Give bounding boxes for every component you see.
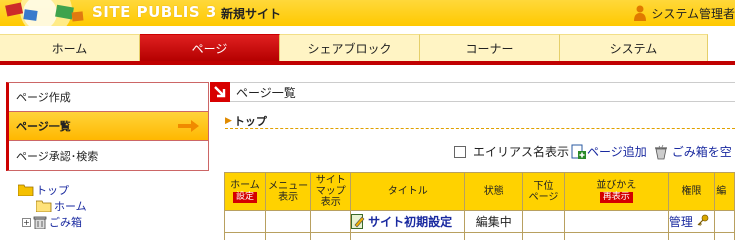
page-title: ページ一覧 [236,85,296,100]
tab-home[interactable]: ホーム [0,34,140,61]
permission-link[interactable]: 管理 [669,215,693,229]
alias-label: エイリアス名表示 [473,145,570,159]
key-icon [697,214,709,226]
col-subpages: 下位 ページ [522,172,565,211]
folder-icon [36,200,52,212]
bullet-icon: ▶ [225,116,232,126]
menu-item-label: ページ承認･検索 [16,149,99,163]
col-home: ホーム 設定 [224,172,266,211]
home-setting-button[interactable]: 設定 [232,192,257,203]
page-table: ホーム 設定 メニュー 表示 サイト マップ 表示 タイトル 状態 下位 ページ… [224,172,735,240]
tree-node-trash[interactable]: + ごみ箱 [18,214,87,230]
breadcrumb-item[interactable]: トップ [234,113,267,129]
folder-open-icon [18,184,34,196]
person-icon [634,5,647,21]
col-title: タイトル [350,172,466,211]
col-sitemap: サイト マップ 表示 [310,172,352,211]
menu-item-page-approve-search[interactable]: ページ承認･検索 [9,141,208,170]
app-header: SITE PUBLIS 3 新規サイト システム管理者 [0,0,735,26]
menu-item-label: ページ作成 [16,91,71,104]
trash-link[interactable]: ごみ箱を空 [672,143,732,160]
main-heading: ページ一覧 [210,82,735,102]
user-menu[interactable]: システム管理者 [633,4,735,22]
refresh-button[interactable]: 再表示 [599,192,633,203]
page-edit-icon [351,214,365,229]
breadcrumb: ▶ トップ [225,113,267,129]
add-page-icon [571,144,587,159]
main-nav: ホーム ページ シェアブロック コーナー システム [0,34,735,64]
trash-icon [33,216,47,229]
col-extra: 編 [714,172,735,211]
tree-node-label: トップ [36,184,69,197]
menu-item-page-list[interactable]: ページ一覧 [9,112,208,141]
tab-system[interactable]: システム [560,34,708,61]
tab-corner[interactable]: コーナー [420,34,560,61]
col-home-label: ホーム [230,180,260,191]
arrow-down-right-icon [210,82,230,102]
list-tools: エイリアス名表示 ページ追加 ごみ箱を空 [454,143,732,160]
add-page-link[interactable]: ページ追加 [587,143,647,160]
nav-rule [0,61,735,65]
app-logo-text: SITE PUBLIS 3 [92,3,217,21]
menu-item-page-create[interactable]: ページ作成 [9,83,208,112]
status-cell: 編集中 [464,210,524,233]
page-title-link[interactable]: サイト初期設定 [368,213,452,230]
table-row [224,232,735,240]
user-label: システム管理者 [651,6,735,21]
divider [225,128,735,129]
page-tree: トップ ホーム + ごみ箱 [18,182,87,230]
col-sort-label: 並びかえ [596,180,637,191]
tree-node-label: ごみ箱 [49,216,82,229]
tab-page[interactable]: ページ [140,34,280,61]
trash-empty-icon [654,144,667,159]
alias-checkbox[interactable] [454,145,466,158]
tree-node-top[interactable]: トップ [18,182,87,198]
col-menu: メニュー 表示 [264,172,312,211]
col-status: 状態 [464,172,524,211]
col-permission: 権限 [667,172,716,211]
menu-item-label: ページ一覧 [16,120,71,133]
expand-icon[interactable]: + [22,217,31,227]
tab-share-block[interactable]: シェアブロック [280,34,420,61]
logo-art [0,0,92,26]
side-menu: ページ作成 ページ一覧 ページ承認･検索 [6,82,209,171]
site-name: 新規サイト [221,7,282,21]
tree-node-home[interactable]: ホーム [18,198,87,214]
col-sort: 並びかえ 再表示 [563,172,669,211]
arrow-right-icon [178,120,199,132]
table-row: サイト初期設定 編集中 管理 [224,210,735,233]
tree-node-label: ホーム [54,200,87,213]
nav-filler [708,34,735,61]
